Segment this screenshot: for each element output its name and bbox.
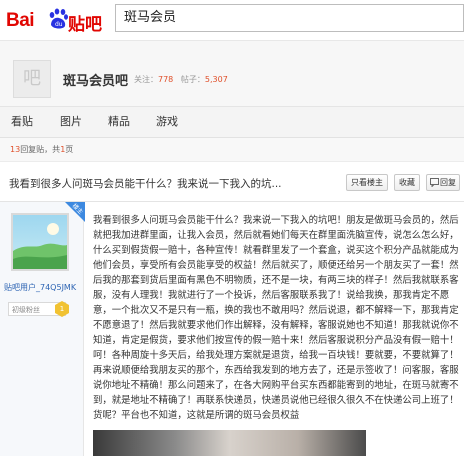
reply-label: 回复 — [440, 178, 456, 187]
level-badge[interactable]: 初级粉丝 1 — [8, 301, 69, 317]
avatar-image — [13, 215, 67, 269]
top-bar: Bai du 贴吧 斑马会员 — [0, 0, 464, 40]
forum-stats: 关注：778 帖子：5,307 — [134, 74, 228, 85]
svg-text:du: du — [55, 21, 63, 28]
paw-icon: du — [49, 8, 68, 29]
tab-games[interactable]: 游戏 — [156, 107, 178, 137]
forum-name[interactable]: 斑马会员吧 — [63, 70, 128, 89]
follow-label: 关注： — [134, 75, 158, 84]
reply-text: 回复贴，共 — [20, 145, 61, 154]
thread-title: 我看到很多人问斑马会员能干什么？我来说一下我入的坑... — [9, 178, 282, 190]
thread-title-bar: 我看到很多人问斑马会员能干什么？我来说一下我入的坑... 只看楼主 收藏 回复 — [0, 162, 464, 202]
forum-nav: 看贴 图片 精品 游戏 — [0, 106, 464, 138]
tieba-logo[interactable]: Bai du 贴吧 — [6, 6, 106, 34]
tab-featured[interactable]: 精品 — [108, 107, 130, 137]
author-name[interactable]: 贴吧用户_74Q5JMK — [4, 282, 76, 293]
logo-text-tieba: 贴吧 — [68, 15, 102, 34]
search-input[interactable]: 斑马会员 — [115, 4, 464, 32]
posts-label: 帖子： — [180, 75, 205, 84]
follow-count: 778 — [158, 75, 174, 84]
reply-info: 13回复贴，共1页 — [10, 144, 73, 155]
reply-info-bar: 13回复贴，共1页 — [0, 138, 464, 162]
reply-icon — [430, 178, 439, 187]
forum-avatar[interactable]: 吧 — [13, 60, 51, 98]
post-image[interactable] — [93, 430, 366, 456]
avatar[interactable] — [11, 213, 69, 271]
reply-button[interactable]: 回复 — [426, 174, 460, 191]
post-content: 我看到很多人问斑马会员能干什么？我来说一下我入的坑吧！朋友是做斑马会员的，然后就… — [93, 215, 459, 421]
level-label: 初级粉丝 — [12, 306, 40, 314]
tab-posts[interactable]: 看贴 — [11, 107, 33, 137]
collect-button[interactable]: 收藏 — [394, 174, 420, 191]
tab-images[interactable]: 图片 — [60, 107, 82, 137]
only-op-button[interactable]: 只看楼主 — [346, 174, 388, 191]
posts-count: 5,307 — [204, 75, 228, 84]
logo-text-baidu: Bai — [6, 10, 35, 31]
page-text: 页 — [65, 145, 74, 154]
reply-count: 13 — [10, 145, 21, 154]
